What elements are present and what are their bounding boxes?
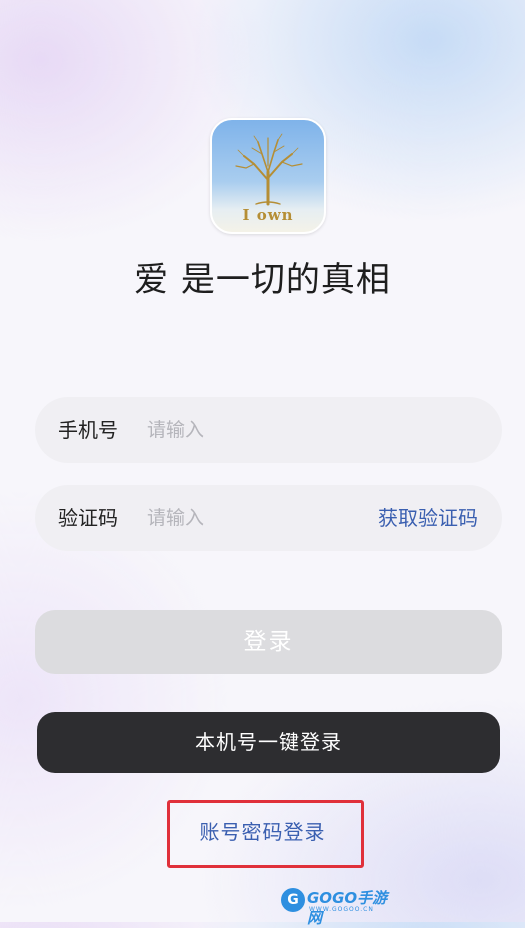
app-logo-icon: I own: [210, 118, 326, 234]
phone-label: 手机号: [58, 418, 118, 442]
app-slogan: 爱 是一切的真相: [134, 260, 391, 300]
code-label: 验证码: [58, 506, 118, 530]
get-code-button[interactable]: 获取验证码: [378, 485, 478, 551]
watermark-logo-icon: G: [281, 888, 305, 912]
onekey-login-button[interactable]: 本机号一键登录: [37, 712, 500, 773]
watermark: G GOGO手游网 WWW.GOGOO.CN: [281, 888, 391, 927]
watermark-subtext: WWW.GOGOO.CN: [309, 906, 374, 913]
phone-field[interactable]: 手机号: [35, 397, 502, 463]
phone-input[interactable]: [147, 397, 357, 463]
login-button[interactable]: 登录: [35, 610, 502, 674]
code-field[interactable]: 验证码 获取验证码: [35, 485, 502, 551]
code-input[interactable]: [147, 485, 357, 551]
password-login-link[interactable]: 账号密码登录: [0, 816, 525, 845]
app-logo-text: I own: [242, 206, 294, 224]
